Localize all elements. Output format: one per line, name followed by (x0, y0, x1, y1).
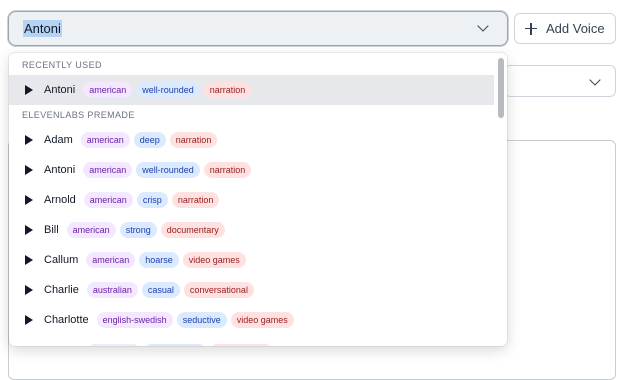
voice-name: Antoni (44, 84, 76, 96)
voice-tag: casual (141, 282, 180, 298)
voice-option[interactable]: Arnold american crisp narration (9, 185, 494, 215)
voice-tag: english-swedish (96, 312, 173, 328)
voice-tag (145, 344, 205, 346)
voice-name: Arnold (44, 194, 76, 206)
voice-tag: narration (203, 162, 252, 178)
voice-option-partial[interactable] (9, 335, 494, 346)
voice-tag (211, 344, 271, 346)
play-icon[interactable] (25, 195, 33, 205)
voice-tag: crisp (136, 192, 168, 208)
recently-used-header: RECENTLY USED (22, 60, 102, 70)
dropdown-scrollbar[interactable] (497, 56, 505, 343)
voice-tag: narration (203, 82, 252, 98)
add-voice-button[interactable]: Add Voice (514, 13, 616, 44)
voice-tag: video games (182, 252, 246, 268)
add-voice-label: Add Voice (546, 21, 605, 36)
voice-tag: strong (119, 222, 157, 238)
voice-select-value: Antoni (23, 20, 62, 37)
voice-option[interactable]: Charlotte english-swedish seductive vide… (9, 305, 494, 335)
voice-dropdown: RECENTLY USED Antoni american well-round… (9, 53, 507, 346)
voice-tag: american (86, 252, 136, 268)
voice-tag: video games (230, 312, 294, 328)
voice-tag: conversational (183, 282, 254, 298)
voice-tag (89, 344, 139, 346)
scrollbar-thumb[interactable] (498, 58, 504, 118)
voice-tag: well-rounded (136, 82, 200, 98)
voice-tag: american (80, 132, 130, 148)
voice-select[interactable]: Antoni (8, 11, 508, 46)
voice-tag: well-rounded (136, 162, 200, 178)
play-icon[interactable] (25, 285, 33, 295)
voice-name: Antoni (44, 164, 76, 176)
voice-tag: narration (171, 192, 220, 208)
play-icon[interactable] (25, 315, 33, 325)
voice-option[interactable]: Charlie australian casual conversational (9, 275, 494, 305)
play-icon[interactable] (25, 165, 33, 175)
play-icon[interactable] (25, 225, 33, 235)
voice-tag: hoarse (139, 252, 179, 268)
play-icon[interactable] (25, 135, 33, 145)
voice-name: Adam (44, 134, 73, 146)
chevron-down-icon (589, 74, 601, 86)
play-icon[interactable] (25, 85, 33, 95)
voice-tag: deep (133, 132, 166, 148)
voice-tag: american (83, 162, 133, 178)
voice-name: Bill (44, 224, 59, 236)
voice-tag: documentary (160, 222, 225, 238)
voice-name: Charlie (44, 284, 79, 296)
voice-option[interactable]: Antoni american well-rounded narration (9, 155, 494, 185)
voice-option[interactable]: Bill american strong documentary (9, 215, 494, 245)
plus-icon (525, 22, 537, 35)
chevron-down-icon (477, 20, 489, 32)
voice-option[interactable]: Adam american deep narration (9, 125, 494, 155)
voice-tag: seductive (176, 312, 227, 328)
voice-name: Charlotte (44, 314, 89, 326)
voice-tag: australian (86, 282, 138, 298)
voice-tag: american (83, 192, 133, 208)
play-icon[interactable] (25, 255, 33, 265)
voice-tag: american (66, 222, 116, 238)
voice-option[interactable]: Callum american hoarse video games (9, 245, 494, 275)
voice-option[interactable]: Antoni american well-rounded narration (9, 75, 494, 105)
voice-tag: american (83, 82, 133, 98)
secondary-select[interactable] (504, 65, 616, 97)
voice-name: Callum (44, 254, 79, 266)
voice-tag: narration (169, 132, 218, 148)
premade-header: ELEVENLABS PREMADE (22, 110, 135, 120)
